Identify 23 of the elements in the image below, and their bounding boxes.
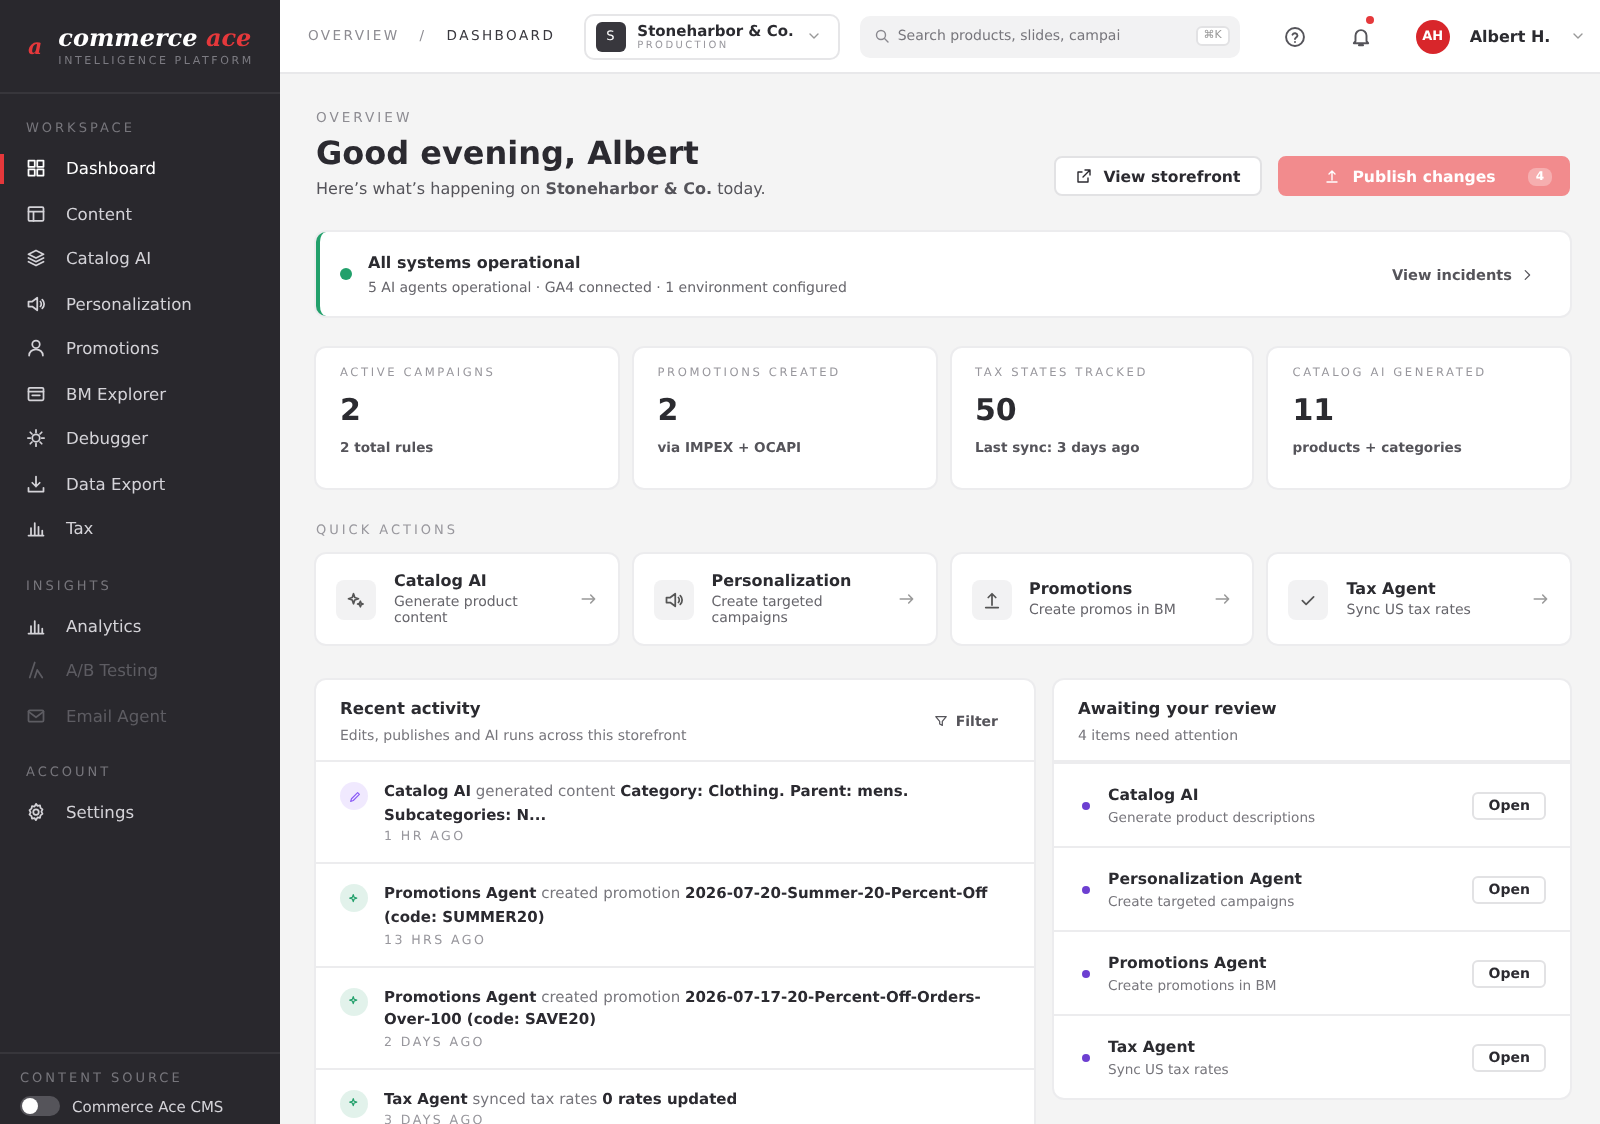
- sidebar-item[interactable]: BM Explorer: [0, 371, 280, 416]
- sidebar-item[interactable]: Tax: [0, 506, 280, 551]
- brand-name: commerce ace: [58, 24, 254, 52]
- sidebar-item[interactable]: Content: [0, 191, 280, 236]
- sidebar-item[interactable]: Dashboard: [0, 146, 280, 191]
- page-title: Good evening, Albert: [316, 134, 701, 172]
- sidebar-item[interactable]: Debugger: [0, 416, 280, 461]
- stat-value: 2: [657, 392, 681, 428]
- sidebar-item[interactable]: Settings: [0, 790, 280, 835]
- sidebar-item[interactable]: Promotions: [0, 326, 280, 371]
- brand-mark: a: [28, 33, 43, 59]
- page-subtitle: Here’s what’s happening on Stoneharbor & Co. today.: [316, 180, 766, 198]
- sidebar-item[interactable]: Data Export: [0, 461, 280, 506]
- stat-value: 50: [975, 392, 1019, 428]
- panel-title: Awaiting your review: [1078, 698, 1279, 718]
- sidebar-item[interactable]: Analytics: [0, 603, 280, 648]
- stat-value: 2: [340, 392, 363, 428]
- panel-title: Recent activity: [340, 698, 483, 718]
- status-title: All systems operational: [368, 253, 583, 271]
- sidebar-item[interactable]: Personalization: [0, 281, 280, 326]
- stat-value: 11: [1292, 392, 1337, 428]
- user-name[interactable]: Albert H.: [1469, 27, 1551, 45]
- sidebar-item[interactable]: Catalog AI: [0, 236, 280, 281]
